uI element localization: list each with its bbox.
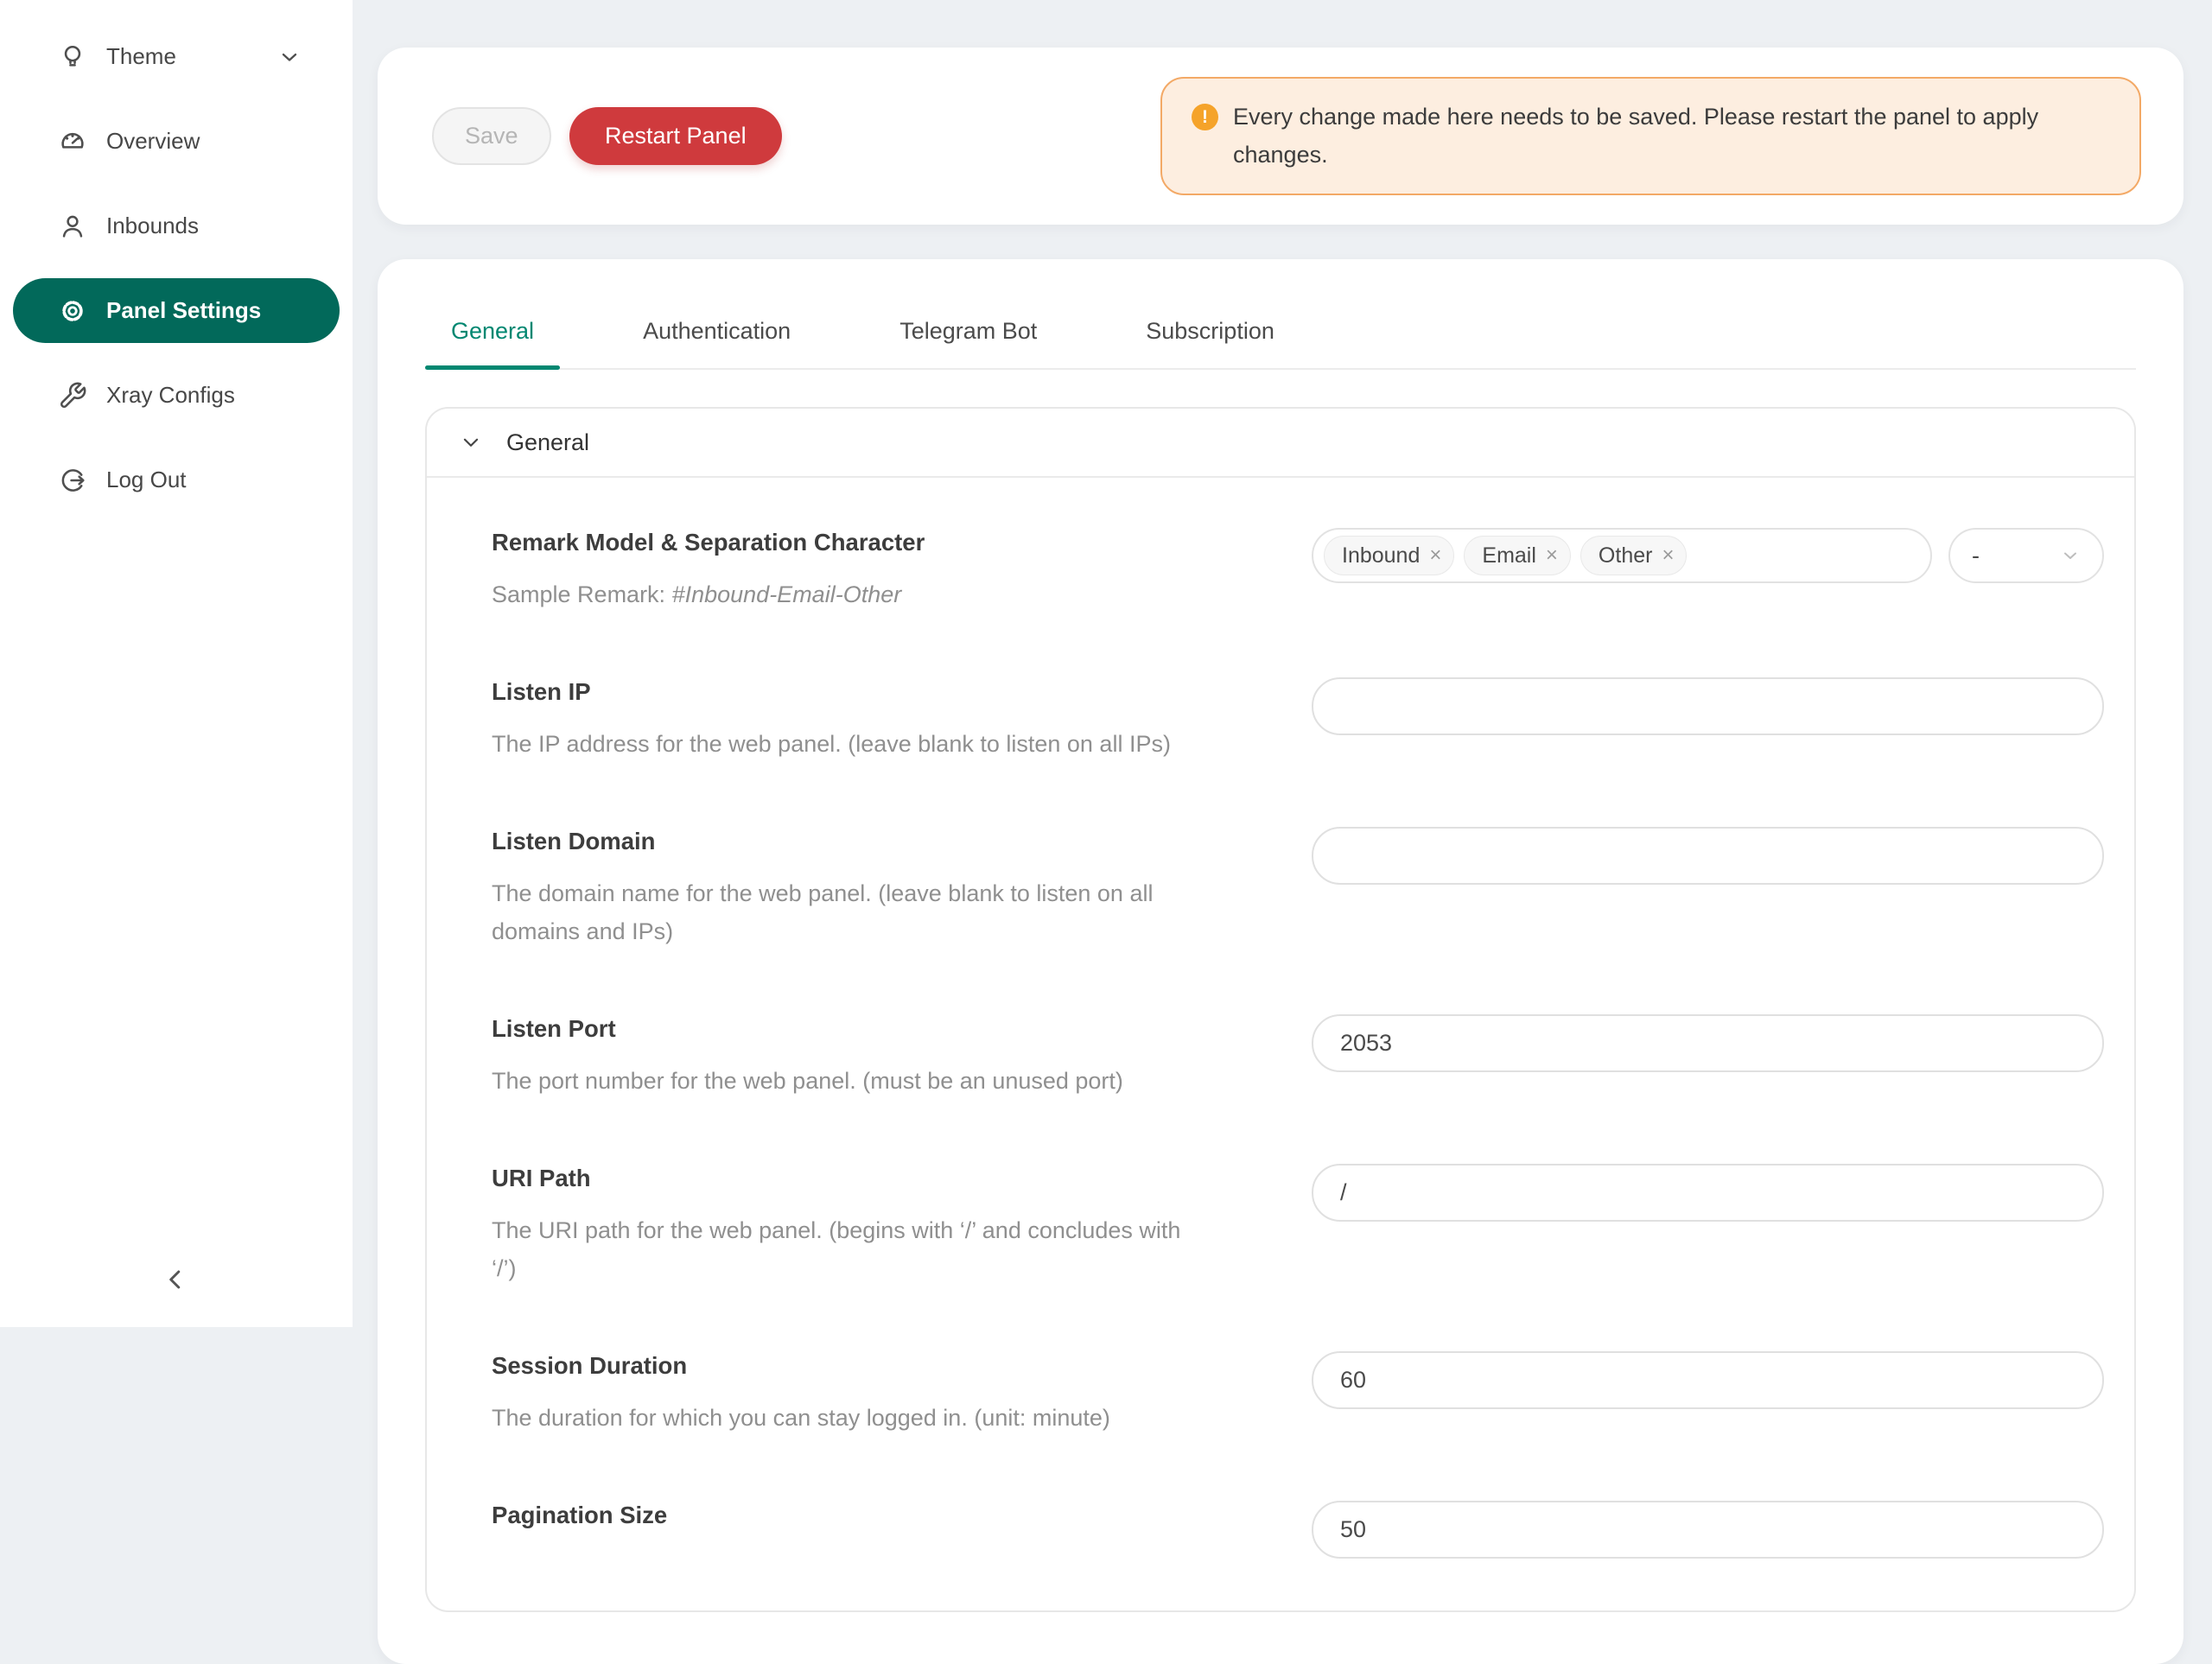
sidebar-item-label: Inbounds <box>106 213 199 239</box>
tab-authentication[interactable]: Authentication <box>617 299 817 368</box>
sidebar-item-label: Overview <box>106 128 200 155</box>
listen-port-input[interactable] <box>1312 1014 2104 1072</box>
tag-email[interactable]: Email × <box>1464 536 1571 575</box>
general-collapse-header[interactable]: General <box>427 409 2134 478</box>
field-description: The duration for which you can stay logg… <box>492 1399 1200 1437</box>
sidebar-item-theme[interactable]: Theme <box>13 24 340 89</box>
pagination-size-input[interactable] <box>1312 1501 2104 1559</box>
field-description: Sample Remark: #Inbound-Email-Other <box>492 575 1200 613</box>
listen-ip-input[interactable] <box>1312 677 2104 735</box>
form-row-listen-domain: Listen Domain The domain name for the we… <box>492 827 2104 950</box>
toolbar-card: Save Restart Panel ! Every change made h… <box>378 48 2183 225</box>
chevron-down-icon <box>277 45 302 69</box>
field-label: Listen IP <box>492 677 1260 706</box>
sample-remark: #Inbound-Email-Other <box>672 581 902 607</box>
toolbar-buttons: Save Restart Panel <box>432 107 782 165</box>
user-icon <box>58 212 87 241</box>
session-duration-input[interactable] <box>1312 1351 2104 1409</box>
sidebar-item-panel-settings[interactable]: Panel Settings <box>13 278 340 343</box>
chevron-down-icon <box>460 431 482 454</box>
field-label: Session Duration <box>492 1351 1260 1380</box>
field-label: Listen Domain <box>492 827 1260 855</box>
restart-warning-alert: ! Every change made here needs to be sav… <box>1160 77 2141 195</box>
form-row-pagination-size: Pagination Size <box>492 1501 2104 1559</box>
form-row-listen-port: Listen Port The port number for the web … <box>492 1014 2104 1100</box>
field-label: Listen Port <box>492 1014 1260 1043</box>
separator-select[interactable]: - <box>1948 528 2104 583</box>
sidebar-item-label: Log Out <box>106 467 187 493</box>
field-description: The IP address for the web panel. (leave… <box>492 725 1200 763</box>
form-row-listen-ip: Listen IP The IP address for the web pan… <box>492 677 2104 763</box>
tab-telegram-bot[interactable]: Telegram Bot <box>874 299 1063 368</box>
close-icon[interactable]: × <box>1546 545 1558 566</box>
sidebar: Theme Overview Inbounds Panel Settings <box>0 0 353 1327</box>
tab-general[interactable]: General <box>425 299 560 368</box>
restart-panel-button[interactable]: Restart Panel <box>569 107 782 165</box>
alert-message: Every change made here needs to be saved… <box>1233 98 2110 174</box>
field-label: Pagination Size <box>492 1501 1260 1529</box>
form-row-remark-model: Remark Model & Separation Character Samp… <box>492 528 2104 613</box>
general-collapse-panel: General Remark Model & Separation Charac… <box>425 407 2136 1612</box>
gear-icon <box>58 296 87 326</box>
form-row-session-duration: Session Duration The duration for which … <box>492 1351 2104 1437</box>
remark-model-multiselect[interactable]: Inbound × Email × Other × <box>1312 528 1932 583</box>
panel-title: General <box>506 429 589 456</box>
save-button[interactable]: Save <box>432 107 551 165</box>
sidebar-item-inbounds[interactable]: Inbounds <box>13 194 340 258</box>
tag-other[interactable]: Other × <box>1580 536 1688 575</box>
warning-icon: ! <box>1192 104 1218 130</box>
chevron-down-icon <box>2060 545 2081 566</box>
app-root: Theme Overview Inbounds Panel Settings <box>0 0 2212 1327</box>
chevron-left-icon <box>160 1264 191 1295</box>
settings-tabs: General Authentication Telegram Bot Subs… <box>425 299 2136 370</box>
settings-card: General Authentication Telegram Bot Subs… <box>378 259 2183 1664</box>
sidebar-item-logout[interactable]: Log Out <box>13 448 340 512</box>
separator-value: - <box>1972 543 1980 569</box>
form-row-uri-path: URI Path The URI path for the web panel.… <box>492 1164 2104 1287</box>
sidebar-item-label: Theme <box>106 43 176 70</box>
field-label: URI Path <box>492 1164 1260 1192</box>
main-content: Save Restart Panel ! Every change made h… <box>353 0 2212 1327</box>
field-description: The URI path for the web panel. (begins … <box>492 1211 1200 1287</box>
sidebar-item-label: Xray Configs <box>106 382 235 409</box>
tab-subscription[interactable]: Subscription <box>1120 299 1300 368</box>
tag-inbound[interactable]: Inbound × <box>1324 536 1454 575</box>
sidebar-collapse-button[interactable] <box>145 1249 206 1310</box>
field-description: The domain name for the web panel. (leav… <box>492 874 1200 950</box>
general-form: Remark Model & Separation Character Samp… <box>427 478 2134 1610</box>
listen-domain-input[interactable] <box>1312 827 2104 885</box>
sidebar-item-xray-configs[interactable]: Xray Configs <box>13 363 340 428</box>
logout-icon <box>58 466 87 495</box>
uri-path-input[interactable] <box>1312 1164 2104 1222</box>
close-icon[interactable]: × <box>1429 545 1441 566</box>
close-icon[interactable]: × <box>1662 545 1674 566</box>
sidebar-item-label: Panel Settings <box>106 297 261 324</box>
dashboard-icon <box>58 127 87 156</box>
sidebar-item-overview[interactable]: Overview <box>13 109 340 174</box>
field-description: The port number for the web panel. (must… <box>492 1062 1200 1100</box>
field-label: Remark Model & Separation Character <box>492 528 1260 556</box>
bulb-icon <box>58 42 87 72</box>
wrench-icon <box>58 381 87 410</box>
